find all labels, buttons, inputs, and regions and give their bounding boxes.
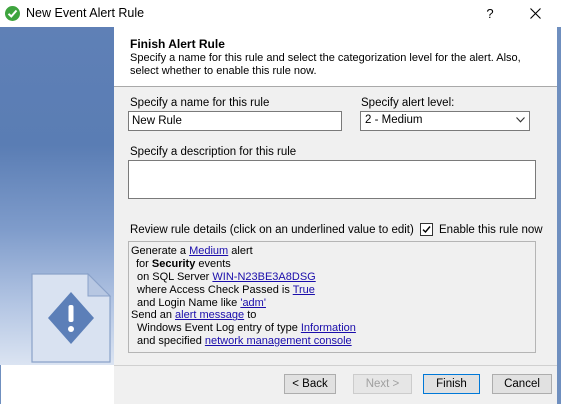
rule-name-label: Specify a name for this rule — [130, 97, 270, 109]
event-category: Security — [151, 257, 196, 270]
detail-line: on SQL Server WIN-N23BE3A8DSG — [131, 271, 535, 284]
page-title: Finish Alert Rule — [130, 37, 225, 51]
close-icon — [530, 8, 541, 19]
rule-description-label: Specify a description for this rule — [130, 146, 297, 158]
rule-name-input[interactable] — [128, 111, 342, 131]
detail-text: on SQL Server — [137, 270, 213, 283]
help-button[interactable]: ? — [477, 0, 503, 27]
finish-button[interactable]: Finish — [423, 374, 480, 394]
detail-line: and specified network management console — [131, 335, 535, 348]
window-frame-left — [0, 365, 1, 404]
alert-message-link[interactable]: alert message — [175, 309, 244, 321]
detail-line: Windows Event Log entry of type Informat… — [131, 322, 535, 335]
access-check-link[interactable]: True — [293, 284, 315, 296]
window-title: New Event Alert Rule — [26, 6, 145, 20]
chevron-down-icon — [516, 117, 525, 123]
rule-description-input[interactable] — [128, 160, 536, 199]
green-check-icon — [5, 6, 20, 21]
detail-text: Send an — [131, 309, 176, 322]
network-console-link[interactable]: network management console — [205, 335, 352, 347]
alert-level-label: Specify alert level: — [361, 97, 455, 109]
cancel-button[interactable]: Cancel — [492, 374, 552, 394]
detail-text: and Login Name like — [137, 296, 241, 309]
alert-level-value: 2 - Medium — [365, 114, 423, 126]
detail-text: for — [136, 257, 152, 270]
enable-rule-checkbox[interactable] — [420, 223, 433, 236]
wizard-content: Specify a name for this rule Specify ale… — [114, 87, 557, 365]
wizard-footer: < Back Next > Finish Cancel — [114, 365, 557, 404]
alert-level-link[interactable]: Medium — [189, 245, 228, 257]
alert-document-icon — [31, 272, 112, 363]
review-details-label: Review rule details (click on an underli… — [130, 224, 414, 236]
event-type-link[interactable]: Information — [301, 322, 356, 334]
checkmark-icon — [422, 226, 431, 234]
sql-server-link[interactable]: WIN-N23BE3A8DSG — [212, 271, 315, 283]
detail-text: Generate a — [131, 245, 190, 257]
detail-text: events — [195, 257, 231, 270]
back-button[interactable]: < Back — [284, 374, 336, 394]
detail-text: and specified — [137, 335, 205, 348]
detail-text: to — [244, 309, 257, 322]
detail-text: Windows Event Log entry of type — [137, 322, 301, 335]
detail-text: where Access Check Passed is — [137, 283, 293, 296]
page-description: Specify a name for this rule and select … — [130, 52, 521, 77]
detail-text: alert — [228, 245, 253, 257]
alert-level-select[interactable]: 2 - Medium — [360, 111, 530, 131]
window-frame-right — [557, 27, 561, 404]
detail-line: for Security events — [131, 258, 535, 271]
close-button[interactable] — [521, 0, 551, 27]
detail-line: Generate a Medium alert — [131, 245, 535, 258]
next-button[interactable]: Next > — [353, 374, 412, 394]
login-name-link[interactable]: 'adm' — [240, 297, 266, 309]
detail-line: Send an alert message to — [131, 309, 535, 322]
rule-details-box: Generate a Medium alert for Security eve… — [128, 241, 536, 353]
detail-line: where Access Check Passed is True — [131, 284, 535, 297]
title-bar: New Event Alert Rule ? — [0, 0, 561, 27]
detail-line: and Login Name like 'adm' — [131, 297, 535, 310]
enable-rule-label[interactable]: Enable this rule now — [439, 224, 543, 236]
wizard-header: Finish Alert Rule Specify a name for thi… — [114, 27, 557, 87]
